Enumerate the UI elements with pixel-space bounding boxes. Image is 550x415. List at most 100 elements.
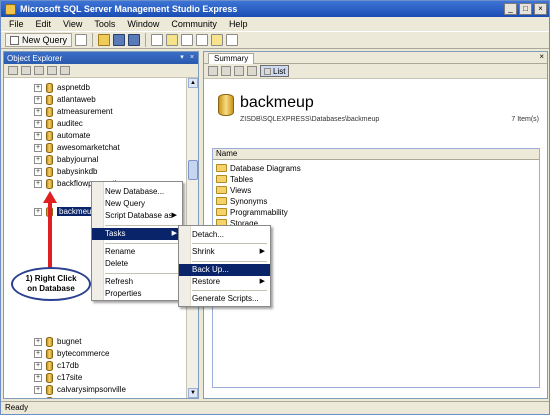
expand-icon[interactable]: + — [34, 83, 42, 92]
menu-item-tasks[interactable]: Tasks ▶ — [92, 228, 182, 240]
expand-icon[interactable]: + — [34, 397, 42, 398]
scroll-thumb[interactable] — [188, 160, 198, 180]
expand-icon[interactable]: + — [34, 131, 42, 140]
tree-node[interactable]: + atlantaweb — [34, 94, 96, 105]
help-icon[interactable] — [226, 34, 239, 46]
tab-summary[interactable]: Summary — [208, 53, 255, 64]
expand-icon[interactable]: + — [34, 179, 42, 188]
template-explorer-icon[interactable] — [181, 34, 194, 46]
expand-icon[interactable]: + — [34, 119, 42, 128]
connect-icon[interactable] — [8, 66, 18, 75]
summary-toolbar: List — [204, 64, 547, 79]
main-toolbar: New Query — [1, 31, 549, 49]
tree-node[interactable]: + bugnet — [34, 336, 81, 347]
tree-node-label: babyjournal — [57, 155, 99, 164]
tree-node-label: c17site — [57, 373, 83, 382]
menu-item-delete[interactable]: Delete — [92, 258, 182, 270]
menu-item-generate-scripts[interactable]: Generate Scripts... — [179, 293, 270, 305]
menu-help[interactable]: Help — [229, 19, 248, 29]
up-icon[interactable] — [221, 66, 231, 76]
tree-node[interactable]: + automate — [34, 130, 90, 141]
callout-line-1: 1) Right Click — [25, 274, 77, 283]
menu-tools[interactable]: Tools — [94, 19, 115, 29]
expand-icon[interactable]: + — [34, 337, 42, 346]
properties-window-icon[interactable] — [196, 34, 209, 46]
expand-icon[interactable]: + — [34, 349, 42, 358]
back-icon[interactable] — [208, 66, 218, 76]
tree-node[interactable]: + babyjournal — [34, 154, 98, 165]
expand-icon[interactable]: + — [34, 143, 42, 152]
expand-icon[interactable]: + — [34, 373, 42, 382]
minimize-button[interactable]: _ — [504, 3, 517, 15]
filter-icon[interactable] — [247, 66, 257, 76]
menu-edit[interactable]: Edit — [36, 19, 52, 29]
column-header-name[interactable]: Name — [213, 149, 539, 160]
toolbox-icon[interactable] — [211, 34, 224, 46]
expand-icon[interactable]: + — [34, 207, 42, 216]
menu-item-back-up[interactable]: Back Up... — [179, 264, 270, 276]
disconnect-icon[interactable] — [21, 66, 31, 75]
list-item-label: Synonyms — [230, 196, 268, 206]
tree-node[interactable]: + babysinkdb — [34, 166, 97, 177]
menu-item-rename[interactable]: Rename — [92, 246, 182, 258]
expand-icon[interactable]: + — [34, 385, 42, 394]
database-icon — [46, 166, 53, 177]
menu-item-properties[interactable]: Properties — [92, 288, 182, 300]
list-view-button[interactable]: List — [260, 65, 290, 77]
scroll-up-icon[interactable]: ▲ — [188, 78, 198, 88]
menu-item-restore[interactable]: Restore ▶ — [179, 276, 270, 288]
scroll-down-icon[interactable]: ▼ — [188, 388, 198, 398]
new-query-icon — [10, 35, 19, 45]
tree-node[interactable]: + c17db — [34, 360, 79, 371]
tree-node[interactable]: + auditec — [34, 118, 83, 129]
tree-node[interactable]: + atmeasurement — [34, 106, 113, 117]
close-button[interactable]: × — [534, 3, 547, 15]
menu-file[interactable]: File — [9, 19, 24, 29]
menu-item-shrink[interactable]: Shrink ▶ — [179, 246, 270, 258]
tree-node-label: awesomarketchat — [57, 143, 120, 152]
menu-item-detach[interactable]: Detach... — [179, 229, 270, 241]
save-all-icon[interactable] — [128, 34, 141, 46]
expand-icon[interactable]: + — [34, 361, 42, 370]
expand-icon[interactable]: + — [34, 107, 42, 116]
menu-item-script-database[interactable]: Script Database as ▶ — [92, 210, 182, 222]
list-item[interactable]: Synonyms — [216, 196, 267, 206]
list-item[interactable]: Database Diagrams — [216, 163, 301, 173]
filter-icon[interactable] — [60, 66, 70, 75]
sync-icon[interactable] — [234, 66, 244, 76]
tab-close-icon[interactable]: × — [539, 52, 544, 61]
tree-node[interactable]: + bytecommerce — [34, 348, 109, 359]
list-item[interactable]: Views — [216, 185, 251, 195]
refresh-icon[interactable] — [47, 66, 57, 75]
pin-icon[interactable]: ▾ — [178, 54, 186, 62]
menu-item-refresh[interactable]: Refresh — [92, 276, 182, 288]
maximize-button[interactable]: □ — [519, 3, 532, 15]
tree-node[interactable]: + aspnetdb — [34, 82, 90, 93]
folder-icon — [216, 186, 227, 194]
menu-view[interactable]: View — [63, 19, 82, 29]
tree-node[interactable]: + candpdev — [34, 396, 92, 398]
expand-icon[interactable]: + — [34, 155, 42, 164]
tree-node[interactable]: + c17site — [34, 372, 82, 383]
tree-node[interactable]: + calvarysimpsonville — [34, 384, 126, 395]
stop-icon[interactable] — [34, 66, 44, 75]
tree-node-selected[interactable]: + backmeup — [34, 206, 98, 217]
list-item[interactable]: Tables — [216, 174, 253, 184]
database-icon — [46, 372, 53, 383]
open-folder-icon[interactable] — [98, 34, 111, 46]
menu-window[interactable]: Window — [127, 19, 159, 29]
menu-community[interactable]: Community — [171, 19, 217, 29]
object-explorer-icon[interactable] — [166, 34, 179, 46]
pane-close-icon[interactable]: × — [188, 54, 196, 62]
expand-icon[interactable]: + — [34, 95, 42, 104]
menu-item-new-database[interactable]: New Database... — [92, 186, 182, 198]
save-icon[interactable] — [113, 34, 126, 46]
list-item[interactable]: Programmability — [216, 207, 288, 217]
menu-item-new-query[interactable]: New Query — [92, 198, 182, 210]
new-query-button[interactable]: New Query — [5, 33, 73, 47]
new-file-icon[interactable] — [75, 34, 88, 46]
window-controls: _ □ × — [504, 3, 547, 15]
registered-servers-icon[interactable] — [151, 34, 164, 46]
tree-node[interactable]: + awesomarketchat — [34, 142, 120, 153]
expand-icon[interactable]: + — [34, 167, 42, 176]
